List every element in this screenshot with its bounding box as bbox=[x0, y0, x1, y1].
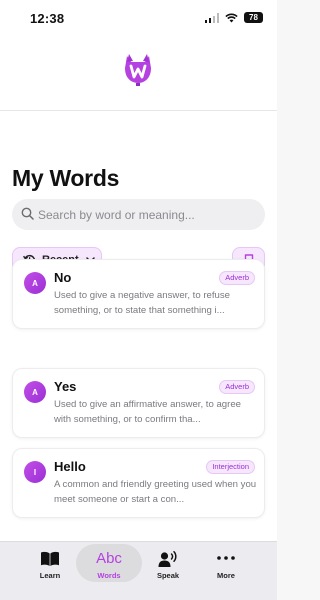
word-card[interactable]: A Yes Adverb Used to give an affirmative… bbox=[12, 368, 265, 438]
tab-learn[interactable]: Learn bbox=[17, 544, 83, 582]
status-icons: 78 bbox=[205, 12, 263, 23]
search-icon bbox=[21, 207, 34, 220]
word-card[interactable]: I Hello Interjection A common and friend… bbox=[12, 448, 265, 518]
word-type-badge: Adverb bbox=[219, 380, 255, 394]
main-content: My Words Recent A No Adverb Used to give… bbox=[0, 111, 277, 541]
word-definition: A common and friendly greeting used when… bbox=[54, 479, 257, 505]
word-title: No bbox=[54, 270, 72, 285]
abc-icon: Abc bbox=[96, 550, 122, 567]
tab-label: More bbox=[217, 571, 235, 580]
page-title: My Words bbox=[12, 165, 120, 191]
word-type-badge: Interjection bbox=[206, 460, 255, 474]
word-type-badge: Adverb bbox=[219, 271, 255, 285]
more-dots-icon bbox=[217, 556, 235, 560]
signal-icon bbox=[205, 12, 219, 23]
tab-words[interactable]: Abc Words bbox=[76, 544, 142, 582]
tab-speak[interactable]: Speak bbox=[135, 544, 201, 582]
status-time: 12:38 bbox=[30, 11, 65, 26]
app-header: miowords bbox=[0, 36, 277, 125]
word-title: Yes bbox=[54, 379, 77, 394]
word-title: Hello bbox=[54, 459, 86, 474]
mio-logo-icon bbox=[118, 48, 158, 108]
word-card[interactable]: A No Adverb Used to give a negative answ… bbox=[12, 259, 265, 329]
status-bar: 12:38 78 bbox=[0, 0, 277, 36]
tab-label: Words bbox=[97, 571, 121, 580]
search-input[interactable] bbox=[38, 199, 258, 230]
battery-icon: 78 bbox=[244, 12, 263, 23]
word-avatar: I bbox=[24, 461, 46, 483]
book-icon bbox=[41, 551, 59, 566]
word-avatar: A bbox=[24, 272, 46, 294]
speaking-person-icon bbox=[158, 551, 177, 567]
word-definition: Used to give an affirmative answer, to a… bbox=[54, 399, 242, 425]
tab-label: Speak bbox=[156, 571, 180, 580]
search-bar[interactable] bbox=[12, 199, 265, 230]
wifi-icon bbox=[225, 13, 238, 22]
word-avatar: A bbox=[24, 381, 46, 403]
word-definition: Used to give a negative answer, to refus… bbox=[54, 290, 230, 316]
tab-more[interactable]: More bbox=[193, 544, 259, 582]
tab-bar: Learn Abc Words Speak More bbox=[0, 541, 277, 600]
tab-label: Learn bbox=[39, 571, 61, 580]
